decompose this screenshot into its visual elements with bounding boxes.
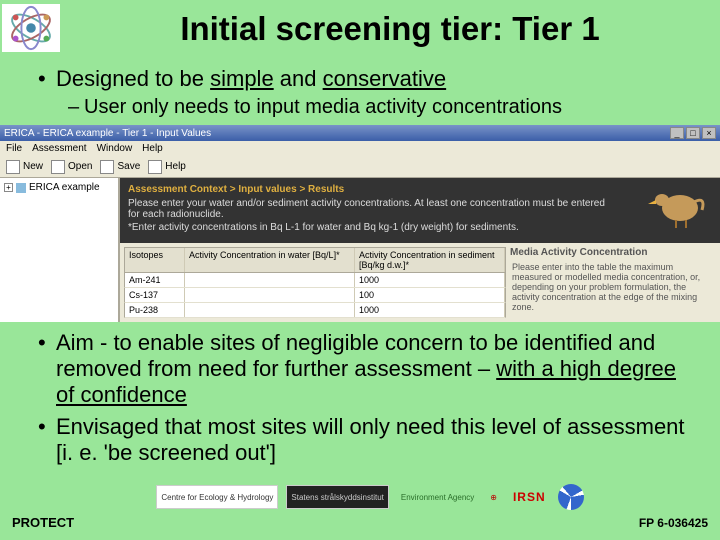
bullet-3: Envisaged that most sites will only need… [38, 414, 690, 466]
tree-toggle-icon[interactable]: + [4, 183, 13, 192]
fp-code: FP 6-036425 [639, 516, 708, 530]
bullet-1-u1: simple [210, 66, 274, 91]
table-row[interactable]: Cs-137 100 [124, 288, 506, 303]
cell-sed[interactable]: 1000 [355, 273, 505, 287]
cell-water[interactable] [185, 288, 355, 302]
toolbar-new-label: New [23, 161, 43, 172]
bullet-2: Aim - to enable sites of negligible conc… [38, 330, 690, 408]
bullet-list-top: Designed to be simple and conservative U… [0, 66, 720, 119]
instruction-panel: Assessment Context > Input values > Resu… [120, 178, 720, 243]
window-title: ERICA - ERICA example - Tier 1 - Input V… [4, 128, 211, 139]
dodo-bird-icon [642, 182, 712, 228]
menu-assessment[interactable]: Assessment [32, 143, 86, 154]
logo-ea: Environment Agency [397, 485, 478, 509]
table-row[interactable]: Pu-238 1000 [124, 303, 506, 318]
breadcrumb: Assessment Context > Input values > Resu… [128, 184, 610, 195]
save-icon [100, 160, 114, 174]
window-titlebar: ERICA - ERICA example - Tier 1 - Input V… [0, 125, 720, 141]
footer: PROTECT FP 6-036425 [0, 515, 720, 530]
cell-sed[interactable]: 100 [355, 288, 505, 302]
cell-iso: Am-241 [125, 273, 185, 287]
toolbar-save-label: Save [117, 161, 140, 172]
side-panel-text: Please enter into the table the maximum … [510, 260, 716, 314]
menubar: File Assessment Window Help [0, 141, 720, 156]
table-row[interactable]: Am-241 1000 [124, 273, 506, 288]
toolbar-help[interactable]: Help [148, 160, 186, 174]
bullet-1-mid: and [274, 66, 323, 91]
logo-ssi-l1: Statens strålskyddsinstitut [291, 493, 383, 502]
open-icon [51, 160, 65, 174]
bullet-1-pre: Designed to be [56, 66, 210, 91]
tree-root-label: ERICA example [29, 182, 100, 193]
grid-header: Isotopes Activity Concentration in water… [124, 247, 506, 273]
logo-fp6-icon [558, 484, 584, 510]
cell-iso: Pu-238 [125, 303, 185, 317]
bullet-1: Designed to be simple and conservative [38, 66, 690, 92]
side-panel-title: Media Activity Concentration [510, 247, 716, 258]
logo-ssi: Statens strålskyddsinstitut [286, 485, 388, 509]
toolbar-help-label: Help [165, 161, 186, 172]
cell-sed[interactable]: 1000 [355, 303, 505, 317]
cell-water[interactable] [185, 273, 355, 287]
new-icon [6, 160, 20, 174]
toolbar-save[interactable]: Save [100, 160, 140, 174]
maximize-button[interactable]: □ [686, 127, 700, 139]
project-name: PROTECT [12, 515, 74, 530]
tree-root[interactable]: + ERICA example [4, 182, 114, 193]
instruction-line-1: Please enter your water and/or sediment … [128, 198, 610, 220]
col-water: Activity Concentration in water [Bq/L]* [185, 248, 355, 272]
logo-irsn: IRSN [509, 485, 550, 509]
col-isotopes: Isotopes [125, 248, 185, 272]
cell-iso: Cs-137 [125, 288, 185, 302]
data-grid: Isotopes Activity Concentration in water… [124, 247, 506, 318]
menu-file[interactable]: File [6, 143, 22, 154]
bullet-1-u2: conservative [323, 66, 447, 91]
col-sediment: Activity Concentration in sediment [Bq/k… [355, 248, 505, 272]
toolbar-new[interactable]: New [6, 160, 43, 174]
menu-window[interactable]: Window [97, 143, 133, 154]
tree-folder-icon [16, 183, 26, 193]
menu-help[interactable]: Help [142, 143, 163, 154]
cell-water[interactable] [185, 303, 355, 317]
corner-logo [2, 4, 60, 52]
data-grid-area: Isotopes Activity Concentration in water… [120, 243, 720, 322]
logo-ceh: Centre for Ecology & Hydrology [156, 485, 278, 509]
instruction-line-2: *Enter activity concentrations in Bq L-1… [128, 222, 610, 233]
toolbar: New Open Save Help [0, 156, 720, 178]
toolbar-open[interactable]: Open [51, 160, 92, 174]
close-button[interactable]: × [702, 127, 716, 139]
toolbar-open-label: Open [68, 161, 92, 172]
minimize-button[interactable]: _ [670, 127, 684, 139]
side-panel: Media Activity Concentration Please ente… [510, 247, 716, 318]
tree-panel: + ERICA example [0, 178, 120, 322]
erica-app-screenshot: ERICA - ERICA example - Tier 1 - Input V… [0, 125, 720, 322]
logo-nuclear-icon: ⊕ [486, 485, 501, 509]
logo-strip: Centre for Ecology & Hydrology Statens s… [150, 482, 590, 512]
bullet-list-bottom: Aim - to enable sites of negligible conc… [0, 330, 720, 466]
page-title: Initial screening tier: Tier 1 [0, 0, 720, 60]
help-icon [148, 160, 162, 174]
bullet-1-sub: User only needs to input media activity … [68, 96, 690, 119]
